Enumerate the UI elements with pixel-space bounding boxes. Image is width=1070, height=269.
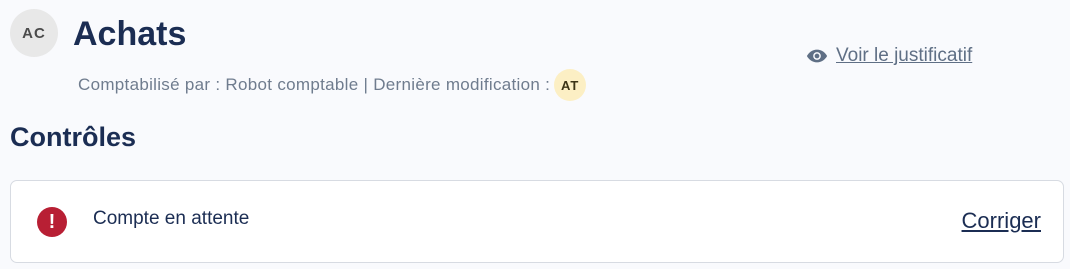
journal-entry-panel: AC Achats Comptabilisé par : Robot compt… <box>0 0 1070 269</box>
alert-icon: ! <box>37 207 67 237</box>
controls-section-title: Contrôles <box>10 122 137 152</box>
entry-meta: Comptabilisé par : Robot comptable | Der… <box>78 69 587 101</box>
meta-text: Comptabilisé par : Robot comptable | Der… <box>78 75 551 94</box>
eye-icon <box>806 48 828 64</box>
page-title: Achats <box>73 15 187 53</box>
view-voucher-label: Voir le justificatif <box>836 45 973 66</box>
view-voucher-link[interactable]: Voir le justificatif <box>806 42 972 70</box>
fix-link[interactable]: Corriger <box>962 208 1041 234</box>
control-item-label: Compte en attente <box>93 208 250 229</box>
modifier-avatar: AT <box>554 69 587 101</box>
journal-avatar: AC <box>10 9 58 57</box>
control-item-card: ! Compte en attente Corriger <box>10 180 1064 263</box>
